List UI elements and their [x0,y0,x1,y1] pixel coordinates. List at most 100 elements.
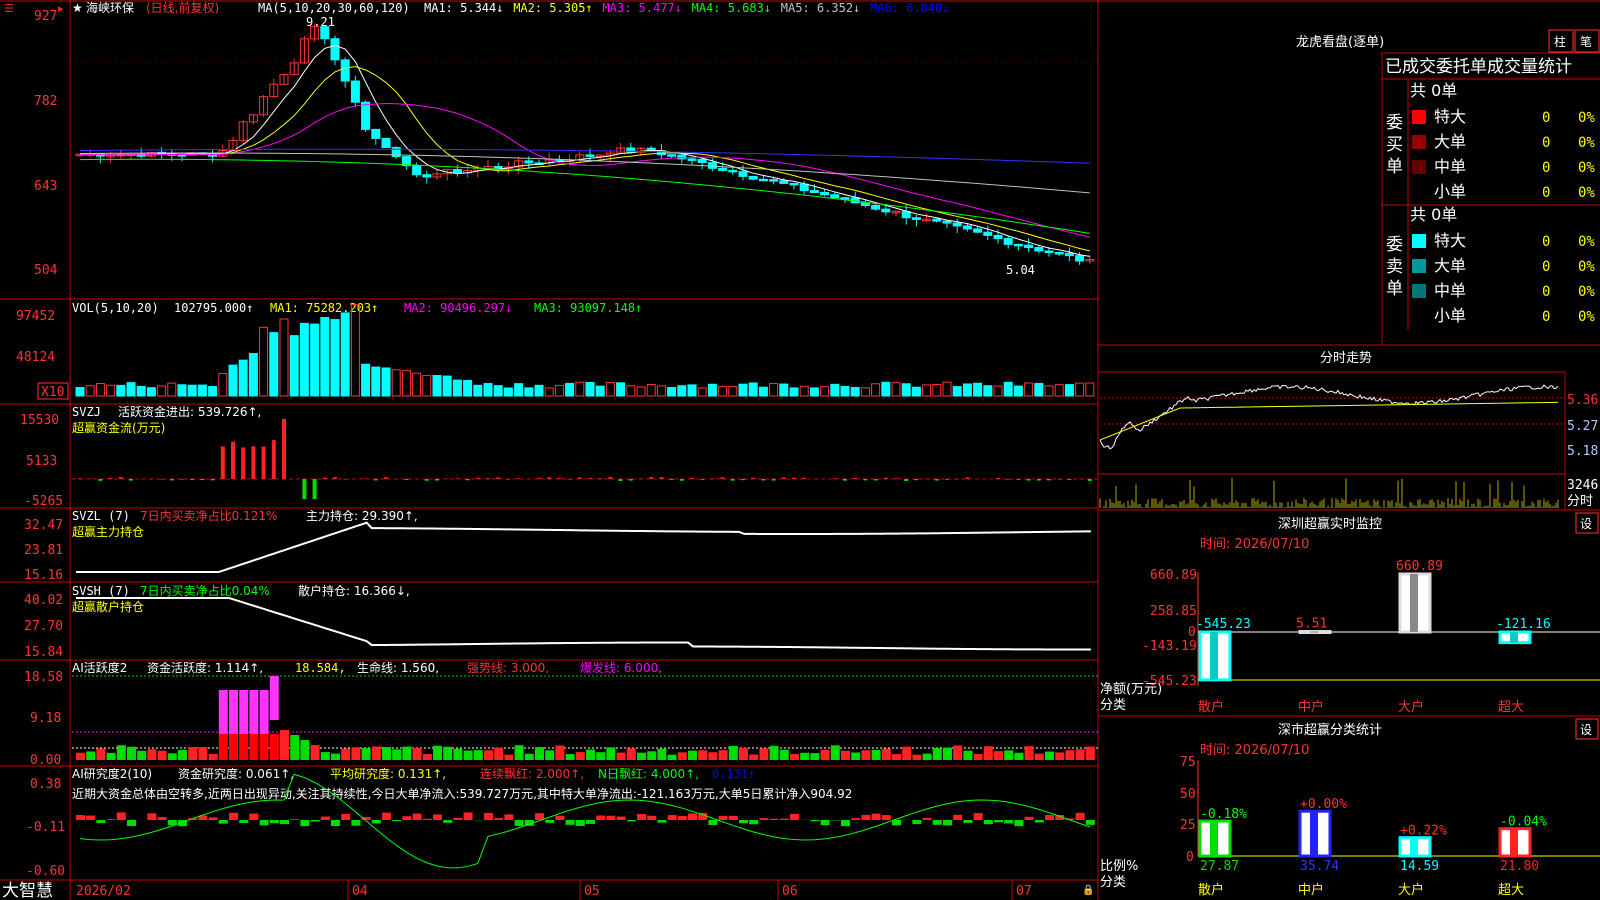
volume-bar[interactable] [575,381,585,397]
candle-body[interactable] [860,202,870,206]
volume-bar[interactable] [187,384,197,397]
candle-body[interactable] [911,217,921,220]
ai1-bar[interactable] [830,745,840,760]
ai1-bar[interactable] [810,753,820,760]
ai2-bars[interactable] [76,812,1095,827]
ai2-bar[interactable] [861,814,871,820]
ai2-bar[interactable] [657,820,667,823]
ai1-bar[interactable] [555,745,565,760]
svzj-bar[interactable] [588,478,592,479]
ai2-bar[interactable] [96,820,106,824]
svsh-line[interactable] [76,597,1091,651]
ai1-bar[interactable] [280,730,289,760]
volume-bar[interactable] [503,387,513,397]
ai1-bar[interactable] [769,745,779,760]
volume-bar[interactable] [973,382,983,397]
candle-body[interactable] [820,191,830,196]
ai2-bar[interactable] [106,819,116,820]
candle-body[interactable] [942,220,952,224]
svzj-bar[interactable] [333,477,337,479]
svzj-bar[interactable] [659,477,664,479]
ai1-bar[interactable] [1014,752,1024,760]
ai1-bar[interactable] [412,747,422,760]
volume-bar[interactable] [799,385,809,397]
svzj-bar[interactable] [404,479,409,481]
ai2-bar[interactable] [157,817,167,820]
ai2-bar[interactable] [514,820,524,826]
candle-body[interactable] [952,222,962,227]
ai1-bar[interactable] [331,753,340,760]
ai1-bar[interactable] [178,749,187,760]
candle-body[interactable] [493,165,503,169]
candle-body[interactable] [1003,238,1013,245]
svzj-bar[interactable] [914,479,919,481]
ai2-bar[interactable] [779,818,789,820]
volume-bar[interactable] [442,375,452,397]
ai2-bar[interactable] [667,814,677,820]
volume-bar[interactable] [483,382,493,397]
ai2-bar[interactable] [1004,820,1014,824]
ai2-bar[interactable] [290,819,300,820]
ai1-bar[interactable] [596,752,606,760]
svzj-bar[interactable] [1016,479,1021,480]
candle-body[interactable] [330,38,340,61]
ai1-bar[interactable] [800,752,810,760]
volume-bar[interactable] [524,387,534,397]
svzj-bar[interactable] [465,479,470,481]
ai1-bar[interactable] [147,749,157,760]
ai2-bar[interactable] [127,820,136,827]
ai2-bar[interactable] [269,820,279,824]
volume-bar[interactable] [126,382,136,397]
volume-bar[interactable] [667,386,677,397]
svzj-bar[interactable] [271,440,276,479]
svzj-bar[interactable] [322,477,327,479]
ai2-bar[interactable] [433,814,442,820]
svzj-bar[interactable] [537,477,541,479]
svzj-bar[interactable] [363,478,368,479]
svzj-bar[interactable] [190,479,195,480]
ai2-bar[interactable] [841,820,850,827]
volume-bar[interactable] [1054,384,1064,397]
volume-bar[interactable] [1064,384,1074,397]
svzj-bar[interactable] [475,477,480,479]
svzj-bar[interactable] [843,479,847,481]
volume-bar[interactable] [248,353,258,397]
ai1-bar[interactable] [718,750,728,760]
ai1-bar[interactable] [1045,751,1054,760]
volume-bar[interactable] [850,386,860,397]
candle-body[interactable] [881,208,891,213]
ai2-bar[interactable] [616,816,626,820]
class-bars[interactable]: -0.18% 27.87 散户 +0.00% 35.74 中户 +0.22% 14.59 大户 -… [1198,797,1547,898]
volume-bar[interactable] [473,384,483,397]
volume-bar[interactable] [259,326,269,397]
ai1-bar[interactable] [494,747,504,760]
volume-bar[interactable] [952,386,962,397]
volume-bar[interactable] [738,383,748,397]
ai1-bar[interactable] [922,753,932,760]
candle-body[interactable] [1044,250,1054,254]
ai2-bar[interactable] [371,820,381,824]
ai1-bars[interactable] [76,676,1095,760]
svzj-bar[interactable] [435,479,439,481]
svzj-bar[interactable] [730,479,735,481]
candle-body[interactable] [371,128,381,139]
svzj-bar[interactable] [445,478,450,479]
ai1-bar[interactable] [575,752,585,760]
ai2-bar[interactable] [402,816,412,820]
ai2-bar[interactable] [810,820,820,822]
ai1-bar[interactable] [116,745,126,760]
ai2-bar[interactable] [565,820,575,825]
candle-body[interactable] [452,169,462,174]
volume-bar[interactable] [769,383,779,397]
svzj-bar[interactable] [608,477,613,479]
ai2-bar[interactable] [208,817,218,820]
ai1-bar[interactable] [218,734,228,760]
ai2-bar[interactable] [790,813,799,820]
volume-bar[interactable] [279,318,289,397]
ai2-bar[interactable] [331,820,340,827]
volume-bar[interactable] [646,384,656,397]
svzj-bar[interactable] [241,447,246,479]
svzj-bar[interactable] [302,479,307,499]
svzj-bar[interactable] [802,477,807,479]
ai2-bar[interactable] [943,820,952,826]
